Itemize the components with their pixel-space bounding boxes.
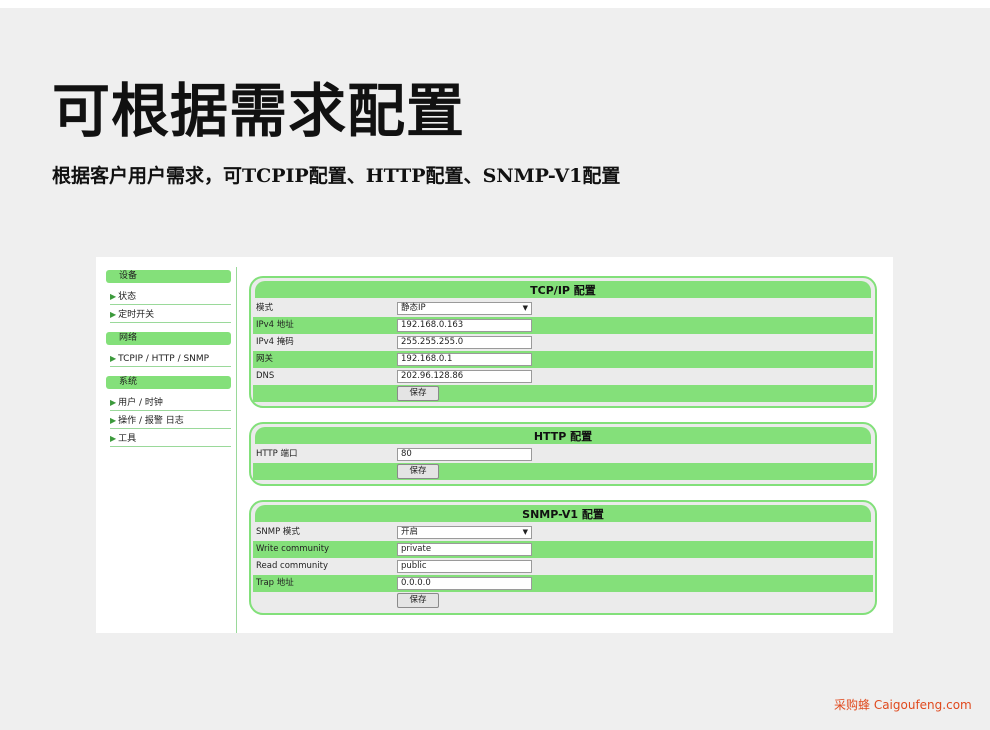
sidebar-item-label: 操作 / 报警 日志 [118,416,184,426]
sidebar-item-label: 状态 [118,292,137,302]
panel-title: TCP/IP 配置 [255,281,871,298]
field-label: HTTP 端口 [256,449,298,459]
row-ipv4-mask: IPv4 掩码 255.255.255.0 [253,334,873,351]
field-label: 网关 [256,354,274,364]
http-config-panel: HTTP 配置 HTTP 端口 80 保存 [249,422,877,486]
triangle-right-icon: ▶ [110,354,117,363]
field-label: DNS [256,371,275,381]
row-save: 保存 [253,385,873,402]
dns-input[interactable]: 202.96.128.86 [397,370,532,383]
row-save: 保存 [253,463,873,480]
sidebar-item-status[interactable]: ▶ 状态 [110,287,231,305]
row-read-community: Read community public [253,558,873,575]
select-value: 开启 [401,527,419,537]
sidebar-item-operation-alarm-log[interactable]: ▶ 操作 / 报警 日志 [110,411,231,429]
gateway-input[interactable]: 192.168.0.1 [397,353,532,366]
write-community-input[interactable]: private [397,543,532,556]
ipv4-address-input[interactable]: 192.168.0.163 [397,319,532,332]
field-label: IPv4 掩码 [256,337,294,347]
row-write-community: Write community private [253,541,873,558]
panel-title: SNMP-V1 配置 [255,505,871,522]
sidebar-item-tcpip-http-snmp[interactable]: ▶ TCPIP / HTTP / SNMP [110,349,231,367]
sidebar-section-system: 系统 [106,376,231,389]
snmp-config-panel: SNMP-V1 配置 SNMP 模式 开启 ▼ Write community p… [249,500,877,615]
ipv4-mask-input[interactable]: 255.255.255.0 [397,336,532,349]
row-dns: DNS 202.96.128.86 [253,368,873,385]
sidebar-item-user-clock[interactable]: ▶ 用户 / 时钟 [110,393,231,411]
row-gateway: 网关 192.168.0.1 [253,351,873,368]
mode-select[interactable]: 静态IP ▼ [397,302,532,315]
row-trap-address: Trap 地址 0.0.0.0 [253,575,873,592]
sidebar-section-network: 网络 [106,332,231,345]
field-label: IPv4 地址 [256,320,294,330]
field-label: SNMP 模式 [256,527,300,537]
dropdown-arrow-icon: ▼ [522,304,528,312]
panel-title: HTTP 配置 [255,427,871,444]
watermark: 采购蜂 Caigoufeng.com [834,698,972,712]
http-save-button[interactable]: 保存 [397,464,439,479]
subheadline: 根据客户用户需求，可TCPIP配置、HTTP配置、SNMP-V1配置 [52,165,621,187]
sidebar-item-label: 用户 / 时钟 [118,398,163,408]
snmp-save-button[interactable]: 保存 [397,593,439,608]
triangle-right-icon: ▶ [110,310,117,319]
triangle-right-icon: ▶ [110,398,117,407]
headline: 可根据需求配置 [52,77,466,145]
triangle-right-icon: ▶ [110,292,117,301]
tcpip-config-panel: TCP/IP 配置 模式 静态IP ▼ IPv4 地址 192.168.0.163… [249,276,877,408]
row-http-port: HTTP 端口 80 [253,446,873,463]
sidebar-item-label: 定时开关 [118,310,155,320]
sidebar-item-label: 工具 [118,434,137,444]
snmp-mode-select[interactable]: 开启 ▼ [397,526,532,539]
row-snmp-mode: SNMP 模式 开启 ▼ [253,524,873,541]
sidebar-item-timer-switch[interactable]: ▶ 定时开关 [110,305,231,323]
triangle-right-icon: ▶ [110,416,117,425]
sidebar-item-tools[interactable]: ▶ 工具 [110,429,231,447]
trap-address-input[interactable]: 0.0.0.0 [397,577,532,590]
sidebar: 设备 ▶ 状态 ▶ 定时开关 网络 ▶ TCPIP / HTTP / SNMP 系统 … [106,267,231,447]
row-mode: 模式 静态IP ▼ [253,300,873,317]
web-config-screenshot: 设备 ▶ 状态 ▶ 定时开关 网络 ▶ TCPIP / HTTP / SNMP 系统 … [96,257,893,633]
select-value: 静态IP [401,303,426,313]
sidebar-divider [236,267,237,633]
triangle-right-icon: ▶ [110,434,117,443]
read-community-input[interactable]: public [397,560,532,573]
row-ipv4-address: IPv4 地址 192.168.0.163 [253,317,873,334]
field-label: 模式 [256,303,274,313]
sidebar-item-label: TCPIP / HTTP / SNMP [118,354,210,364]
http-port-input[interactable]: 80 [397,448,532,461]
row-save: 保存 [253,592,873,609]
field-label: Read community [256,561,328,571]
dropdown-arrow-icon: ▼ [522,528,528,536]
sidebar-section-device: 设备 [106,270,231,283]
field-label: Trap 地址 [256,578,294,588]
field-label: Write community [256,544,330,554]
tcpip-save-button[interactable]: 保存 [397,386,439,401]
